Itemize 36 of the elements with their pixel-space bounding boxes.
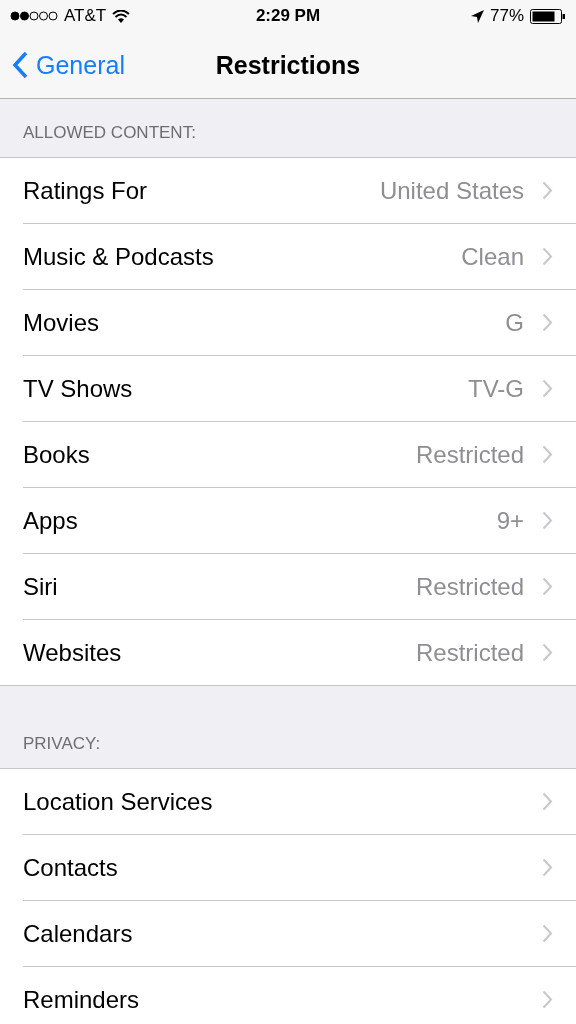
location-arrow-icon <box>470 9 484 23</box>
settings-row[interactable]: Movies G <box>23 290 576 356</box>
chevron-right-icon <box>542 924 553 943</box>
chevron-right-icon <box>542 247 553 266</box>
chevron-right-icon <box>542 990 553 1009</box>
section-header: PRIVACY: <box>23 734 101 754</box>
section-header: ALLOWED CONTENT: <box>23 123 196 143</box>
chevron-right-icon <box>542 181 553 200</box>
battery-icon <box>530 8 566 24</box>
settings-row[interactable]: Siri Restricted <box>23 554 576 620</box>
chevron-right-icon <box>542 643 553 662</box>
settings-row[interactable]: Websites Restricted <box>23 620 576 685</box>
chevron-left-icon <box>12 51 28 79</box>
chevron-right-icon <box>542 511 553 530</box>
chevron-right-icon <box>542 379 553 398</box>
back-button[interactable]: General <box>0 50 125 80</box>
chevron-right-icon <box>542 577 553 596</box>
settings-row[interactable]: Ratings For United States <box>23 158 576 224</box>
carrier-name: AT&T <box>64 6 107 26</box>
settings-row[interactable]: Reminders <box>23 967 576 1024</box>
settings-row[interactable]: Books Restricted <box>23 422 576 488</box>
settings-row[interactable]: Calendars <box>23 901 576 967</box>
settings-row[interactable]: Location Services <box>23 769 576 835</box>
status-time: 2:29 PM <box>255 6 321 26</box>
battery-percent: 77% <box>489 6 524 26</box>
chevron-right-icon <box>542 792 553 811</box>
wifi-icon <box>112 9 131 23</box>
settings-row[interactable]: Music & Podcasts Clean <box>23 224 576 290</box>
settings-row[interactable]: Contacts <box>23 835 576 901</box>
chevron-right-icon <box>542 445 553 464</box>
chevron-right-icon <box>542 858 553 877</box>
signal-icon <box>10 11 58 21</box>
settings-row[interactable]: TV Shows TV-G <box>23 356 576 422</box>
nav-title: Restrictions <box>215 50 361 80</box>
settings-row[interactable]: Apps 9+ <box>23 488 576 554</box>
chevron-right-icon <box>542 313 553 332</box>
